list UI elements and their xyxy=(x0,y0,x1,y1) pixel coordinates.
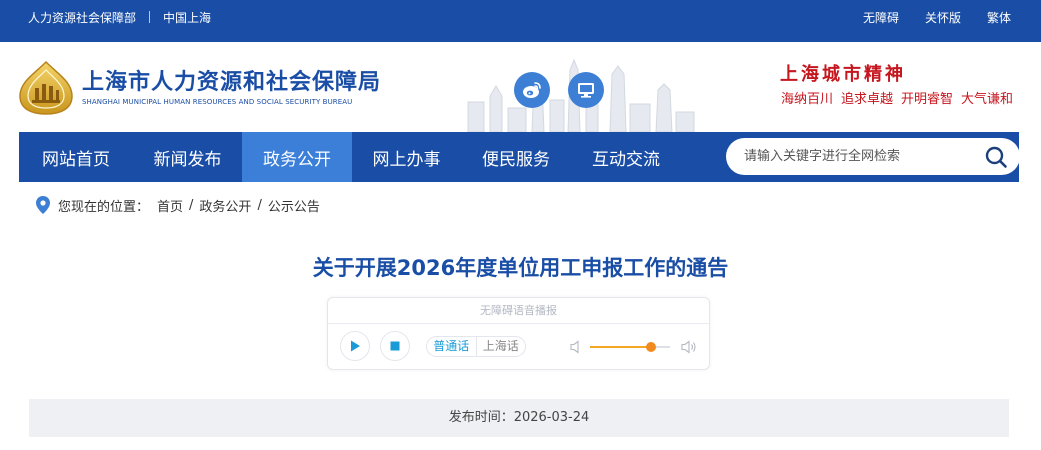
spirit-word: 大气谦和 xyxy=(961,92,1014,107)
article-title: 关于开展2026年度单位用工申报工作的通告 xyxy=(312,256,729,280)
nav-home[interactable]: 网站首页 xyxy=(19,132,133,182)
volume-fill xyxy=(590,346,651,348)
city-spirit-title: 上海城市精神 xyxy=(780,64,906,85)
breadcrumb-label: 您现在的位置： xyxy=(58,199,150,215)
play-button[interactable] xyxy=(340,331,370,361)
org-name-cn: 上海市人力资源和社会保障局 xyxy=(82,70,382,95)
weibo-button[interactable] xyxy=(514,72,550,108)
link-china-shanghai[interactable]: 中国上海 xyxy=(163,9,211,26)
org-name-en: SHANGHAI MUNICIPAL HUMAN RESOURCES AND S… xyxy=(82,98,353,106)
site-header: 上海市人力资源和社会保障局 SHANGHAI MUNICIPAL HUMAN R… xyxy=(0,42,1041,132)
player-title: 无障碍语音播报 xyxy=(328,298,709,324)
stop-button[interactable] xyxy=(380,331,410,361)
breadcrumb-government-affairs[interactable]: 政务公开 xyxy=(199,196,251,215)
breadcrumb-separator: / xyxy=(257,197,262,213)
breadcrumb-home[interactable]: 首页 xyxy=(157,196,183,215)
site-search xyxy=(726,138,1020,175)
spirit-word: 海纳百川 xyxy=(781,92,834,107)
weibo-icon xyxy=(523,82,541,98)
location-pin-icon xyxy=(36,196,50,214)
lang-shanghainese[interactable]: 上海话 xyxy=(475,337,526,356)
volume-low-icon[interactable] xyxy=(570,340,582,354)
top-left-links: 人力资源社会保障部 中国上海 xyxy=(28,0,211,34)
link-accessibility[interactable]: 无障碍 xyxy=(863,9,899,26)
city-spirit-words: 海纳百川 追求卓越 开明睿智 大气谦和 xyxy=(781,88,1013,107)
lang-mandarin[interactable]: 普通话 xyxy=(427,337,476,356)
new-media-button[interactable] xyxy=(568,72,604,108)
monitor-icon xyxy=(578,83,594,98)
publish-date-bar: 发布时间：2026-03-24 xyxy=(29,399,1009,437)
nav-online-services[interactable]: 网上办事 xyxy=(352,132,461,182)
spirit-word: 追求卓越 xyxy=(841,92,894,107)
breadcrumb-announcements[interactable]: 公示公告 xyxy=(268,196,320,215)
dialect-toggle: 普通话 上海话 xyxy=(426,336,526,357)
volume-high-icon[interactable] xyxy=(681,339,697,355)
nav-news[interactable]: 新闻发布 xyxy=(133,132,242,182)
top-divider xyxy=(149,11,151,23)
nav-public-services[interactable]: 便民服务 xyxy=(461,132,571,182)
main-nav: 网站首页 新闻发布 政务公开 网上办事 便民服务 互动交流 xyxy=(19,132,1020,182)
accessibility-audio-player: 无障碍语音播报 普通话 上海话 xyxy=(327,297,710,370)
link-mohrss[interactable]: 人力资源社会保障部 xyxy=(28,9,136,26)
page-root: 人力资源社会保障部 中国上海 无障碍 关怀版 繁体 上海市人力资源和社会保障局 … xyxy=(0,0,1041,450)
breadcrumb-separator: / xyxy=(189,197,194,213)
stop-icon xyxy=(390,341,400,351)
nav-government-affairs[interactable]: 政务公开 xyxy=(242,132,352,182)
play-icon xyxy=(351,340,360,352)
link-care-mode[interactable]: 关怀版 xyxy=(925,9,961,26)
link-traditional-chinese[interactable]: 繁体 xyxy=(987,9,1011,26)
bureau-logo-icon[interactable] xyxy=(18,60,74,116)
search-icon[interactable] xyxy=(984,145,1008,169)
volume-slider[interactable] xyxy=(590,342,670,352)
top-utility-bar: 人力资源社会保障部 中国上海 无障碍 关怀版 繁体 xyxy=(0,0,1041,42)
spirit-word: 开明睿智 xyxy=(901,92,954,107)
nav-interaction[interactable]: 互动交流 xyxy=(571,132,681,182)
volume-handle[interactable] xyxy=(645,342,656,352)
top-right-links: 无障碍 关怀版 繁体 xyxy=(863,0,1011,34)
breadcrumb: 您现在的位置： 首页 / 政务公开 / 公示公告 xyxy=(36,195,320,215)
search-input[interactable] xyxy=(744,138,964,175)
